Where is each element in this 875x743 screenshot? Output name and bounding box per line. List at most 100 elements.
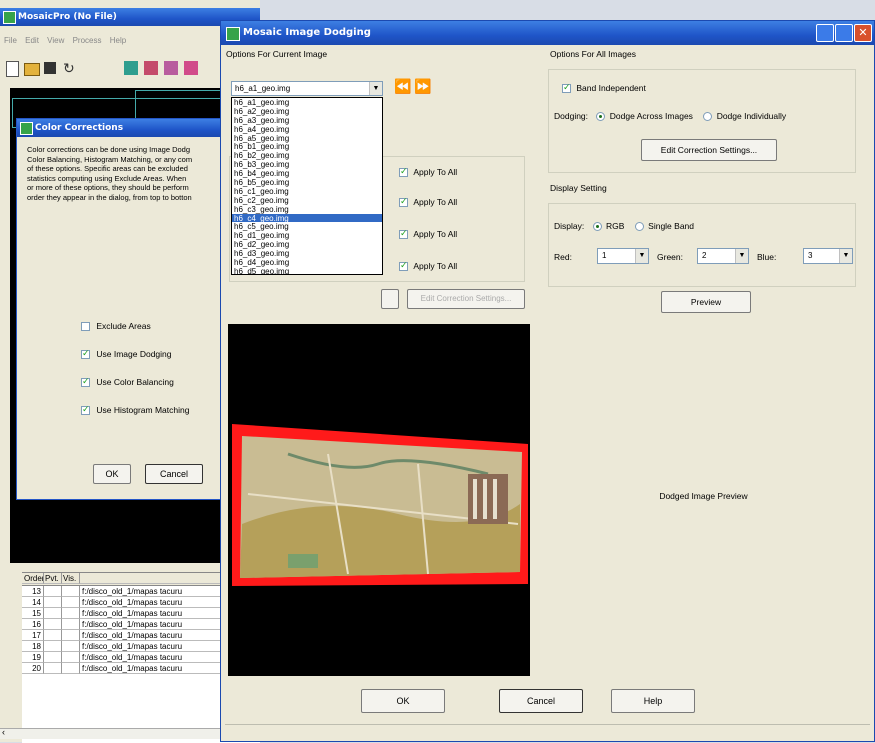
- header-vis[interactable]: Vis.: [62, 573, 80, 584]
- single-band-radio[interactable]: [634, 222, 644, 232]
- apply-to-all-row-4[interactable]: Apply To All: [399, 260, 457, 272]
- color-ok-button[interactable]: OK: [93, 464, 131, 484]
- header-pvt[interactable]: Pvt.: [44, 573, 62, 584]
- vis-cell[interactable]: [62, 630, 80, 641]
- single-band-label[interactable]: Single Band: [648, 221, 694, 231]
- maximize-icon[interactable]: [835, 24, 853, 42]
- dodging-titlebar[interactable]: Mosaic Image Dodging ✕: [221, 21, 874, 45]
- vis-cell[interactable]: [62, 619, 80, 630]
- image-list-item[interactable]: h6_d3_geo.img: [232, 249, 382, 258]
- save-icon[interactable]: [44, 62, 56, 74]
- image-list-item[interactable]: h6_d5_geo.img: [232, 267, 382, 274]
- image-list-item[interactable]: h6_c2_geo.img: [232, 196, 382, 205]
- color-balancing-checkbox[interactable]: [81, 376, 90, 388]
- apply-to-all-checkbox-2[interactable]: [399, 196, 408, 208]
- pvt-cell[interactable]: [44, 630, 62, 641]
- dodge-across-label[interactable]: Dodge Across Images: [610, 111, 693, 121]
- order-cell[interactable]: 17: [22, 630, 44, 641]
- image-list-item[interactable]: h6_b3_geo.img: [232, 160, 382, 169]
- left-hidden-button[interactable]: [381, 289, 399, 309]
- image-list-item[interactable]: h6_d4_geo.img: [232, 258, 382, 267]
- menu-help[interactable]: Help: [110, 36, 126, 45]
- dodge-across-radio[interactable]: [596, 112, 606, 122]
- histogram-matching-checkbox[interactable]: [81, 404, 90, 416]
- image-list-item[interactable]: h6_c4_geo.img: [232, 213, 382, 223]
- order-cell[interactable]: 18: [22, 641, 44, 652]
- image-list-item[interactable]: h6_d2_geo.img: [232, 240, 382, 249]
- green-band-select[interactable]: 2 ▼: [697, 248, 749, 264]
- dodging-help-button[interactable]: Help: [611, 689, 695, 713]
- image-list-item[interactable]: h6_a2_geo.img: [232, 107, 382, 116]
- menu-view[interactable]: View: [47, 36, 64, 45]
- menu-file[interactable]: File: [4, 36, 17, 45]
- band-independent-checkbox[interactable]: [562, 82, 571, 94]
- next-image-icon[interactable]: ⏩: [414, 78, 431, 95]
- histogram-matching-option[interactable]: Use Histogram Matching: [81, 404, 189, 416]
- dodged-image-preview[interactable]: Dodged Image Preview: [551, 321, 856, 676]
- image-dodging-checkbox[interactable]: [81, 348, 90, 360]
- order-cell[interactable]: 13: [22, 586, 44, 597]
- image-list-item[interactable]: h6_c3_geo.img: [232, 205, 382, 214]
- scroll-left-icon[interactable]: ‹: [2, 727, 5, 737]
- vis-cell[interactable]: [62, 652, 80, 663]
- rgb-label[interactable]: RGB: [606, 221, 624, 231]
- blue-band-select[interactable]: 3 ▼: [803, 248, 853, 264]
- apply-to-all-checkbox-3[interactable]: [399, 228, 408, 240]
- image-list-item[interactable]: h6_a4_geo.img: [232, 125, 382, 134]
- pvt-cell[interactable]: [44, 608, 62, 619]
- dodge-individually-label[interactable]: Dodge Individually: [717, 111, 786, 121]
- vis-cell[interactable]: [62, 641, 80, 652]
- image-list-item[interactable]: h6_d1_geo.img: [232, 231, 382, 240]
- original-image-preview[interactable]: [228, 324, 530, 676]
- vis-cell[interactable]: [62, 608, 80, 619]
- image-list-item[interactable]: h6_b5_geo.img: [232, 178, 382, 187]
- refresh-icon[interactable]: ↻: [63, 60, 75, 77]
- dodge-individually-radio[interactable]: [703, 112, 713, 122]
- rgb-radio[interactable]: [592, 222, 602, 232]
- band-independent-option[interactable]: Band Independent: [562, 82, 646, 94]
- image-dropdown-list[interactable]: h6_a1_geo.img h6_a2_geo.img h6_a3_geo.img h…: [231, 97, 383, 275]
- image-list-item[interactable]: h6_b4_geo.img: [232, 169, 382, 178]
- tool-icon-1[interactable]: [124, 61, 138, 75]
- order-cell[interactable]: 15: [22, 608, 44, 619]
- dodging-cancel-button[interactable]: Cancel: [499, 689, 583, 713]
- minimize-icon[interactable]: [816, 24, 834, 42]
- exclude-areas-option[interactable]: Exclude Areas: [81, 321, 151, 332]
- apply-to-all-row-3[interactable]: Apply To All: [399, 228, 457, 240]
- new-file-icon[interactable]: [6, 61, 19, 77]
- apply-to-all-row-1[interactable]: Apply To All: [399, 166, 457, 178]
- vis-cell[interactable]: [62, 586, 80, 597]
- image-list-item[interactable]: h6_c5_geo.img: [232, 222, 382, 232]
- red-band-dropdown-icon[interactable]: ▼: [635, 249, 648, 263]
- edit-correction-settings-button[interactable]: Edit Correction Settings...: [641, 139, 777, 161]
- tool-icon-3[interactable]: [164, 61, 178, 75]
- image-list-item[interactable]: h6_a5_geo.img: [232, 134, 382, 143]
- apply-to-all-checkbox-1[interactable]: [399, 166, 408, 178]
- pvt-cell[interactable]: [44, 586, 62, 597]
- order-cell[interactable]: 16: [22, 619, 44, 630]
- table-scrollbar[interactable]: ‹: [0, 727, 240, 739]
- pvt-cell[interactable]: [44, 597, 62, 608]
- order-cell[interactable]: 19: [22, 652, 44, 663]
- image-select-dropdown-icon[interactable]: ▼: [369, 82, 382, 95]
- color-cancel-button[interactable]: Cancel: [145, 464, 203, 484]
- previous-image-icon[interactable]: ⏪: [394, 78, 411, 95]
- exclude-areas-checkbox[interactable]: [81, 322, 90, 332]
- preview-button[interactable]: Preview: [661, 291, 751, 313]
- close-icon[interactable]: ✕: [854, 24, 872, 42]
- color-corrections-titlebar[interactable]: Color Corrections: [17, 119, 231, 137]
- apply-to-all-row-2[interactable]: Apply To All: [399, 196, 457, 208]
- vis-cell[interactable]: [62, 663, 80, 674]
- blue-band-dropdown-icon[interactable]: ▼: [839, 249, 852, 263]
- header-order[interactable]: Order: [22, 573, 44, 584]
- menu-edit[interactable]: Edit: [25, 36, 39, 45]
- order-cell[interactable]: 20: [22, 663, 44, 674]
- open-folder-icon[interactable]: [24, 63, 40, 76]
- image-select[interactable]: h6_a1_geo.img ▼: [231, 81, 383, 96]
- vis-cell[interactable]: [62, 597, 80, 608]
- pvt-cell[interactable]: [44, 641, 62, 652]
- pvt-cell[interactable]: [44, 663, 62, 674]
- red-band-select[interactable]: 1 ▼: [597, 248, 649, 264]
- image-dodging-option[interactable]: Use Image Dodging: [81, 348, 172, 360]
- apply-to-all-checkbox-4[interactable]: [399, 260, 408, 272]
